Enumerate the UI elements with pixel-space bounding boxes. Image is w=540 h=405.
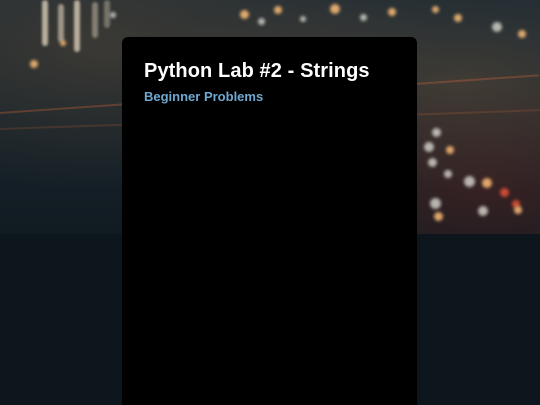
bokeh-light bbox=[500, 188, 509, 197]
bokeh-light bbox=[482, 178, 492, 188]
bokeh-light bbox=[432, 128, 441, 137]
bokeh-light bbox=[430, 198, 441, 209]
bokeh-light bbox=[446, 146, 454, 154]
bokeh-light bbox=[110, 12, 116, 18]
bokeh-light bbox=[432, 6, 439, 13]
bokeh-light bbox=[424, 142, 434, 152]
bokeh-light bbox=[434, 212, 443, 221]
bokeh-light bbox=[330, 4, 340, 14]
bokeh-light bbox=[518, 30, 526, 38]
bokeh-light bbox=[360, 14, 367, 21]
lab-card[interactable]: Python Lab #2 - Strings Beginner Problem… bbox=[122, 37, 417, 405]
bokeh-light bbox=[240, 10, 249, 19]
bokeh-light bbox=[428, 158, 437, 167]
bokeh-light bbox=[464, 176, 475, 187]
card-subtitle-link[interactable]: Beginner Problems bbox=[144, 89, 395, 105]
bokeh-light bbox=[274, 6, 282, 14]
bokeh-light bbox=[74, 0, 80, 52]
bokeh-light bbox=[492, 22, 502, 32]
bokeh-light bbox=[42, 0, 48, 46]
bokeh-light bbox=[454, 14, 462, 22]
bokeh-light bbox=[60, 40, 66, 46]
bokeh-light bbox=[300, 16, 306, 22]
bokeh-light bbox=[30, 60, 38, 68]
bokeh-light bbox=[92, 2, 98, 38]
bokeh-light bbox=[388, 8, 396, 16]
bokeh-light bbox=[514, 206, 522, 214]
bokeh-light bbox=[478, 206, 488, 216]
bokeh-light bbox=[444, 170, 452, 178]
bokeh-light bbox=[58, 4, 64, 42]
bokeh-light bbox=[258, 18, 265, 25]
card-title: Python Lab #2 - Strings bbox=[144, 60, 370, 82]
